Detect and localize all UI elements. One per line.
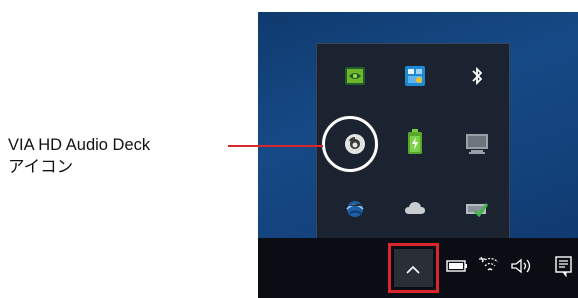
bluetooth-icon[interactable]	[465, 64, 489, 88]
onedrive-icon[interactable]	[403, 196, 427, 220]
chevron-up-icon	[406, 265, 420, 274]
action-center-icon[interactable]	[552, 254, 576, 278]
via-icon-highlight	[322, 116, 378, 172]
battery-charging-icon[interactable]	[403, 129, 427, 154]
callout-label-line1: VIA HD Audio Deck	[8, 136, 151, 154]
wifi-icon[interactable]	[476, 254, 502, 278]
intel-graphics-icon[interactable]	[403, 64, 427, 88]
show-hidden-icons-button[interactable]	[388, 243, 439, 293]
callout-label-line2: アイコン	[8, 158, 74, 176]
volume-icon[interactable]	[508, 254, 538, 278]
battery-icon[interactable]	[444, 254, 470, 278]
nvidia-icon[interactable]	[343, 64, 367, 88]
network-sphere-icon[interactable]	[343, 196, 367, 220]
safely-remove-hardware-icon[interactable]	[465, 196, 489, 220]
callout-label: VIA HD Audio Deck アイコン	[8, 134, 150, 178]
callout-leader-line	[228, 145, 323, 147]
display-icon[interactable]	[465, 132, 489, 156]
chevron-button-surface	[394, 249, 433, 287]
